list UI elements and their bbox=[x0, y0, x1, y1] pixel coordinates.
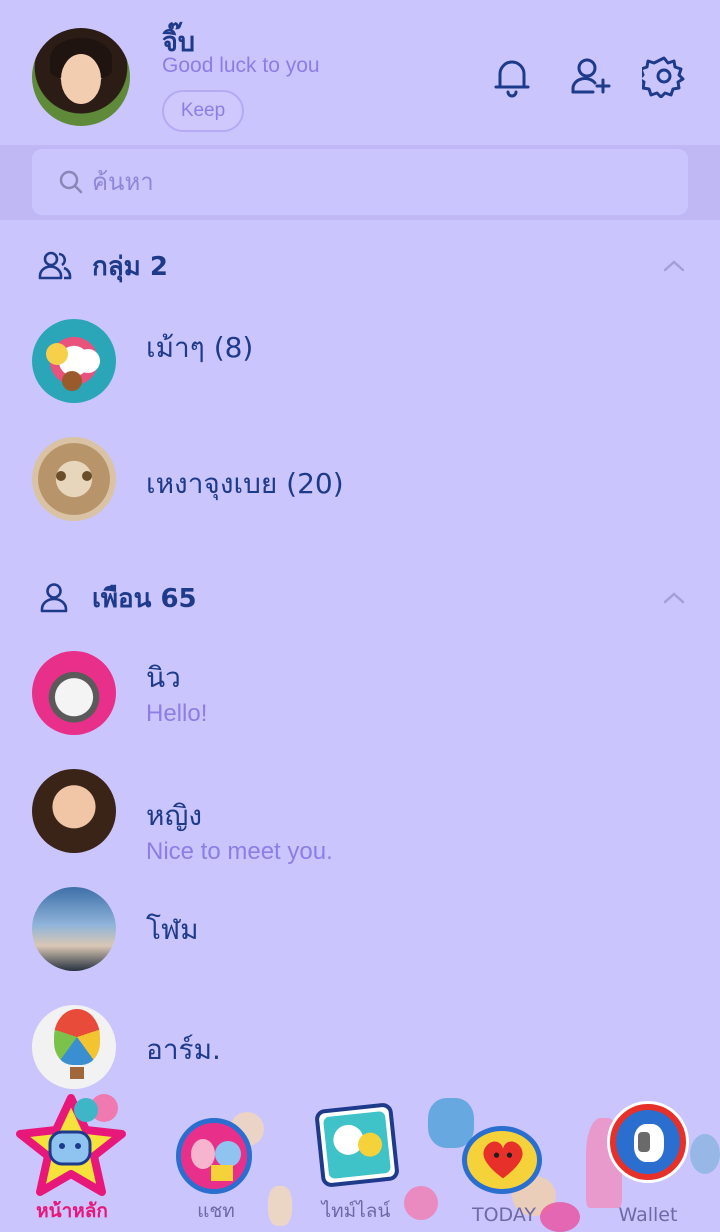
group-avatar bbox=[32, 319, 116, 403]
keep-button[interactable]: Keep bbox=[162, 90, 244, 132]
friends-section-title: เพือน 65 bbox=[92, 583, 197, 614]
add-friend-icon[interactable] bbox=[569, 54, 613, 98]
group-icon bbox=[38, 251, 72, 280]
nav-timeline-label: ไทม์ไลน์ bbox=[321, 1200, 391, 1222]
avatar-face bbox=[61, 54, 101, 104]
today-icon bbox=[462, 1126, 542, 1194]
settings-icon[interactable] bbox=[637, 54, 686, 99]
profile-header: จิ๊บ Good luck to you Keep bbox=[0, 0, 720, 145]
chevron-up-icon[interactable] bbox=[660, 584, 688, 612]
nav-today[interactable]: TODAY bbox=[444, 1090, 564, 1232]
bottom-navigation: หน้าหลัก แชท ไทม์ไลน์ TODAY Wallet bbox=[0, 1090, 720, 1232]
group-name: เหงาจุงเบย (20) bbox=[146, 467, 344, 500]
chevron-up-icon[interactable] bbox=[660, 252, 688, 280]
nav-timeline[interactable]: ไทม์ไลน์ bbox=[296, 1090, 416, 1232]
friend-name: อาร์ม. bbox=[146, 1033, 221, 1066]
search-bar[interactable] bbox=[32, 149, 688, 215]
timeline-icon bbox=[314, 1102, 400, 1188]
nav-chat-label: แชท bbox=[197, 1200, 235, 1222]
profile-avatar[interactable] bbox=[32, 28, 130, 126]
friend-name: โฬม bbox=[146, 913, 199, 946]
friend-row[interactable]: โฬม bbox=[0, 874, 720, 984]
group-avatar bbox=[32, 437, 116, 521]
bell-icon[interactable] bbox=[490, 54, 534, 98]
friend-icon bbox=[40, 583, 68, 613]
friends-section-header[interactable]: เพือน 65 bbox=[0, 573, 720, 623]
nav-chat[interactable]: แชท bbox=[156, 1090, 276, 1232]
friend-avatar bbox=[32, 1005, 116, 1089]
nav-today-label: TODAY bbox=[472, 1204, 536, 1226]
groups-section-header[interactable]: กลุ่ม 2 bbox=[0, 241, 720, 291]
friend-avatar bbox=[32, 769, 116, 853]
nav-home[interactable]: หน้าหลัก bbox=[12, 1090, 132, 1232]
friend-row[interactable]: หญิง Nice to meet you. bbox=[0, 756, 720, 866]
friend-status: Nice to meet you. bbox=[146, 838, 333, 865]
search-input[interactable] bbox=[92, 168, 652, 196]
friend-row[interactable]: อาร์ม. bbox=[0, 992, 720, 1102]
chat-icon bbox=[176, 1118, 252, 1194]
profile-status-message[interactable]: Good luck to you bbox=[162, 54, 320, 78]
search-icon bbox=[59, 170, 83, 194]
friend-name: นิว bbox=[146, 661, 181, 694]
nav-wallet-label: Wallet bbox=[618, 1204, 678, 1226]
friend-status: Hello! bbox=[146, 700, 208, 727]
home-icon bbox=[12, 1092, 130, 1202]
group-row[interactable]: เม้าๆ (8) bbox=[0, 306, 720, 416]
groups-section-title: กลุ่ม 2 bbox=[92, 251, 168, 282]
friend-name: หญิง bbox=[146, 799, 202, 832]
group-name: เม้าๆ (8) bbox=[146, 331, 254, 364]
group-row[interactable]: เหงาจุงเบย (20) bbox=[0, 424, 720, 534]
nav-wallet[interactable]: Wallet bbox=[588, 1090, 708, 1232]
friend-avatar bbox=[32, 887, 116, 971]
wallet-icon bbox=[610, 1104, 686, 1180]
friend-row[interactable]: นิว Hello! bbox=[0, 638, 720, 748]
friend-avatar bbox=[32, 651, 116, 735]
